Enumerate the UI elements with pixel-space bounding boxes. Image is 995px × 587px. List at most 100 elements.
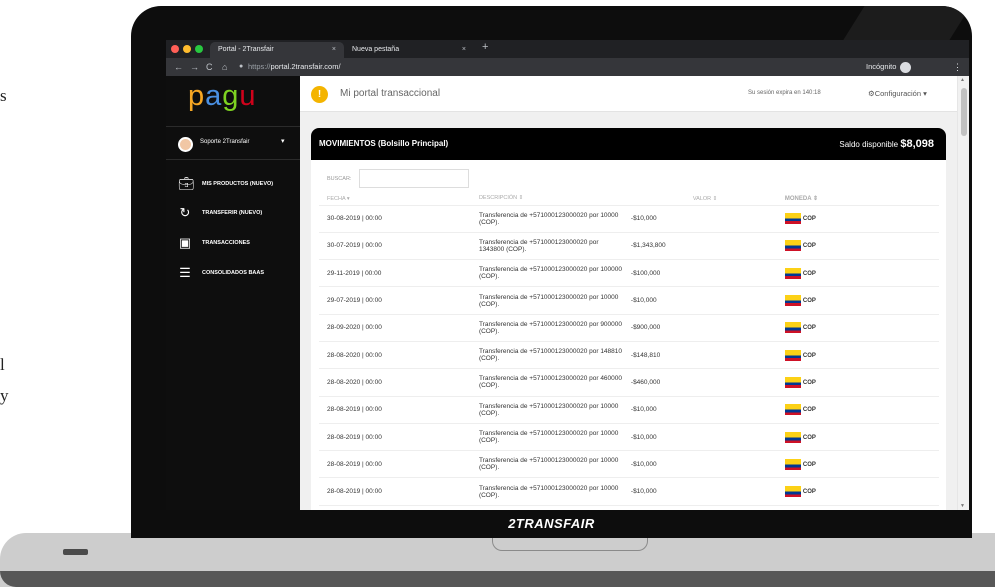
- sidebar-item-label: TRANSACCIONES: [202, 240, 250, 246]
- table-row[interactable]: 29-11-2019 | 00:00 Transferencia de +5710…: [319, 259, 939, 288]
- column-header-fecha[interactable]: FECHA ▾: [319, 193, 471, 206]
- colombia-flag-icon: [784, 213, 801, 225]
- column-header-descripcion[interactable]: DESCRIPCIÓN ⇕: [470, 193, 623, 206]
- close-window-button[interactable]: [171, 45, 179, 53]
- table-row[interactable]: 28-08-2020 | 00:00 Transferencia de +5710…: [319, 341, 939, 370]
- pagu-logo[interactable]: pagu: [188, 80, 257, 113]
- chevron-down-icon[interactable]: ▾: [281, 137, 285, 145]
- table-row[interactable]: 28-08-2019 | 00:00 Transferencia de +5710…: [319, 396, 939, 424]
- colombia-flag-icon: [784, 240, 801, 252]
- row-description: Transferencia de +571000123000020 por 14…: [470, 341, 623, 370]
- search-input[interactable]: [359, 169, 469, 188]
- edge-fragment: l: [0, 355, 5, 374]
- balance: Saldo disponible $8,098: [839, 138, 934, 150]
- edge-fragment: s: [0, 86, 7, 105]
- sidebar-item-consolidados[interactable]: ☰ CONSOLIDADOS BAAS: [178, 266, 298, 282]
- sidebar-item-mis-productos[interactable]: 💼︎ MIS PRODUCTOS (NUEVO): [178, 177, 298, 193]
- incognito-icon: [900, 61, 912, 73]
- close-tab-icon[interactable]: ×: [462, 42, 466, 58]
- row-date: 29-11-2019 | 00:00: [319, 259, 471, 288]
- laptop-base-shadow: [0, 571, 995, 587]
- configuration-menu[interactable]: ⚙Configuración ▾: [868, 89, 927, 98]
- sidebar-item-transferir[interactable]: ↻ TRANSFERIR (NUEVO): [178, 206, 298, 222]
- address-bar[interactable]: https://portal.2transfair.com/: [248, 61, 888, 73]
- scrollbar-thumb[interactable]: [961, 88, 967, 136]
- row-currency: COP: [776, 368, 939, 397]
- table-row[interactable]: 28-09-2020 | 00:00 Transferencia de +5710…: [319, 314, 939, 342]
- reload-icon[interactable]: C: [206, 58, 213, 76]
- table-row[interactable]: 28-08-2019 | 00:00 Transferencia de +5710…: [319, 450, 939, 479]
- currency-code: COP: [802, 407, 816, 414]
- row-description: Transferencia de +571000123000020 por 10…: [470, 286, 623, 315]
- colombia-flag-icon: [784, 404, 801, 416]
- row-description: Transferencia de +571000123000020 por 10…: [470, 450, 623, 479]
- column-header-valor[interactable]: VALOR ⇕: [622, 193, 777, 206]
- currency-code: COP: [802, 270, 816, 277]
- colombia-flag-icon: [784, 267, 801, 279]
- row-currency: COP: [776, 232, 939, 261]
- browser-window: Portal - 2Transfair × Nueva pestaña × + …: [166, 40, 969, 510]
- scroll-down-icon[interactable]: ▼: [960, 503, 965, 509]
- url-prefix: https://: [248, 62, 271, 71]
- table-row[interactable]: 30-08-2019 | 00:00 Transferencia de +5710…: [319, 205, 939, 233]
- incognito-indicator[interactable]: Incógnito: [866, 58, 912, 76]
- row-value: -$1,343,800: [622, 232, 777, 261]
- row-value: -$10,000: [622, 450, 777, 479]
- row-currency: COP: [776, 205, 939, 233]
- colombia-flag-icon: [784, 295, 801, 307]
- table-row[interactable]: 28-08-2020 | 00:00 Transferencia de +5710…: [319, 368, 939, 397]
- page: pagu Soporte 2Transfair ▾ 💼︎ MIS PRODUCT…: [166, 76, 969, 510]
- colombia-flag-icon: [784, 486, 801, 498]
- row-value: -$10,000: [622, 396, 777, 424]
- tab-portal[interactable]: Portal - 2Transfair ×: [210, 42, 344, 58]
- table-row[interactable]: 30-07-2019 | 00:00 Transferencia de +5710…: [319, 232, 939, 261]
- main-content: ! Mi portal transaccional Su sesión expi…: [300, 76, 957, 510]
- user-name: Soporte 2Transfair: [200, 139, 250, 145]
- laptop-led: [63, 549, 88, 555]
- card-title: MOVIMIENTOS (Bolsillo Principal): [319, 139, 449, 148]
- column-header-moneda[interactable]: MONEDA ⇕: [776, 193, 939, 206]
- tab-new[interactable]: Nueva pestaña ×: [344, 42, 474, 58]
- colombia-flag-icon: [784, 376, 801, 388]
- sidebar-item-transacciones[interactable]: ▣ TRANSACCIONES: [178, 236, 298, 252]
- minimize-window-button[interactable]: [183, 45, 191, 53]
- page-scrollbar[interactable]: ▲ ▼: [957, 76, 969, 510]
- row-date: 30-07-2019 | 00:00: [319, 232, 471, 261]
- currency-code: COP: [802, 461, 816, 468]
- incognito-label: Incógnito: [866, 62, 897, 71]
- alert-icon[interactable]: !: [311, 86, 328, 103]
- table-body: 30-08-2019 | 00:00 Transferencia de +5710…: [319, 205, 939, 506]
- row-currency: COP: [776, 477, 939, 506]
- row-date: 28-08-2019 | 00:00: [319, 450, 471, 479]
- maximize-window-button[interactable]: [195, 45, 203, 53]
- row-description: Transferencia de +571000123000020 por 10…: [470, 259, 623, 288]
- row-currency: COP: [776, 259, 939, 288]
- new-tab-button[interactable]: +: [482, 41, 488, 53]
- row-value: -$10,000: [622, 286, 777, 315]
- close-tab-icon[interactable]: ×: [332, 42, 336, 58]
- row-description: Transferencia de +571000123000020 por 10…: [470, 423, 623, 452]
- table-row[interactable]: 29-07-2019 | 00:00 Transferencia de +5710…: [319, 286, 939, 315]
- row-currency: COP: [776, 341, 939, 370]
- scroll-up-icon[interactable]: ▲: [960, 77, 965, 83]
- lock-icon: ●: [239, 63, 244, 70]
- row-value: -$10,000: [622, 205, 777, 233]
- home-icon[interactable]: ⌂: [222, 58, 227, 76]
- row-value: -$460,000: [622, 368, 777, 397]
- balance-value: $8,098: [900, 138, 934, 150]
- session-timer: Su sesión expira en 140:18: [748, 90, 821, 96]
- tab-bar: Portal - 2Transfair × Nueva pestaña × +: [166, 40, 969, 58]
- forward-icon[interactable]: →: [190, 58, 199, 76]
- browser-menu-icon[interactable]: ⋮: [953, 58, 962, 76]
- row-date: 28-09-2020 | 00:00: [319, 314, 471, 342]
- table-row[interactable]: 28-08-2019 | 00:00 Transferencia de +5710…: [319, 423, 939, 452]
- row-currency: COP: [776, 450, 939, 479]
- row-date: 28-08-2020 | 00:00: [319, 341, 471, 370]
- row-date: 28-08-2019 | 00:00: [319, 423, 471, 452]
- table-row[interactable]: 28-08-2019 | 00:00 Transferencia de +5710…: [319, 477, 939, 506]
- back-icon[interactable]: ←: [174, 58, 183, 76]
- currency-code: COP: [802, 216, 816, 223]
- user-menu[interactable]: Soporte 2Transfair ▾: [166, 126, 300, 160]
- url-host: portal.2transfair.com/: [270, 62, 341, 71]
- row-value: -$10,000: [622, 477, 777, 506]
